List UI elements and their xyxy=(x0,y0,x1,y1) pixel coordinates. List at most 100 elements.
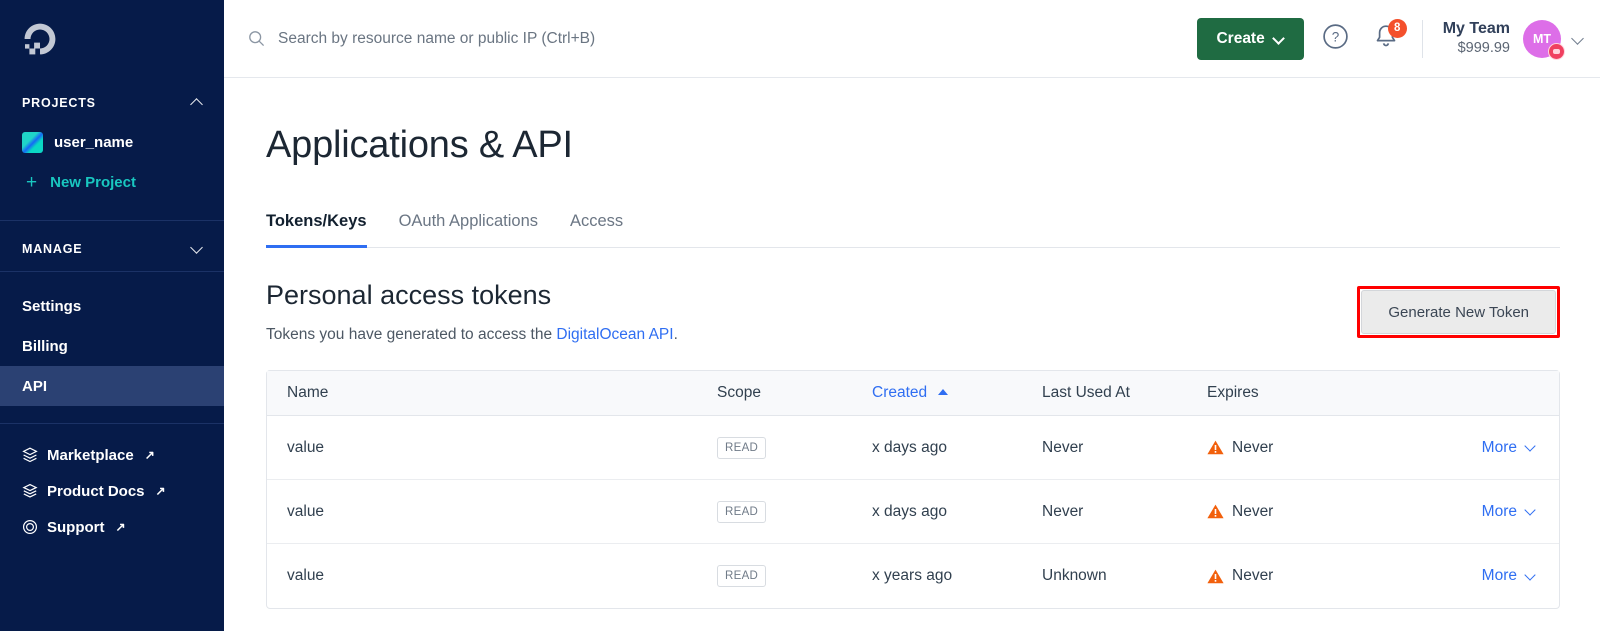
tokens-table-body: value READ x days ago Never Never More v… xyxy=(267,416,1559,608)
section-description-prefix: Tokens you have generated to access the xyxy=(266,326,557,343)
tab-label: Access xyxy=(570,212,624,230)
column-header-label: Created xyxy=(872,384,928,401)
sidebar-item-support[interactable]: Support ↗ xyxy=(0,509,224,545)
status-badge: READ xyxy=(717,500,767,523)
chevron-down-icon xyxy=(1274,33,1285,44)
more-button[interactable]: More xyxy=(1482,503,1537,521)
chevron-down-icon xyxy=(1526,506,1537,517)
notification-badge: 8 xyxy=(1387,18,1407,38)
arrow-up-right-icon: ↗ xyxy=(144,448,155,462)
section-title: Personal access tokens xyxy=(266,280,552,310)
team-info[interactable]: My Team $999.99 xyxy=(1443,19,1510,57)
more-button[interactable]: More xyxy=(1482,439,1537,457)
cell-actions: More xyxy=(1437,416,1559,480)
tab-label: OAuth Applications xyxy=(398,212,538,230)
sidebar-item-billing[interactable]: Billing xyxy=(0,326,224,366)
topbar: Create ? 8 xyxy=(224,0,1600,78)
cell-scope: READ xyxy=(697,544,852,608)
chevron-down-icon[interactable] xyxy=(191,243,204,256)
cell-expires: Never xyxy=(1187,544,1437,608)
create-button[interactable]: Create xyxy=(1197,17,1304,60)
section-description-suffix: . xyxy=(673,326,678,343)
sidebar: PROJECTS user_name + New Project MANAGE … xyxy=(0,0,224,631)
warning-triangle-icon xyxy=(1207,440,1224,455)
tab-access[interactable]: Access xyxy=(570,212,623,248)
team-balance: $999.99 xyxy=(1457,40,1510,57)
digitalocean-api-link[interactable]: DigitalOcean API xyxy=(556,326,673,343)
arrow-up-right-icon: ↗ xyxy=(155,484,166,498)
sidebar-item-label: Marketplace xyxy=(47,446,134,464)
tab-tokens-keys[interactable]: Tokens/Keys xyxy=(266,212,367,248)
avatar[interactable]: MT xyxy=(1523,19,1565,60)
column-header-last-used-at[interactable]: Last Used At xyxy=(1022,371,1187,416)
sidebar-item-label: API xyxy=(22,377,48,395)
generate-new-token-button[interactable]: Generate New Token xyxy=(1361,290,1556,334)
search-input[interactable] xyxy=(278,29,798,48)
tokens-section-text: Personal access tokens Tokens you have g… xyxy=(266,280,678,344)
chevron-up-icon[interactable] xyxy=(191,97,204,110)
expires-warning: Never xyxy=(1207,567,1437,585)
user-menu-chevron-down-icon[interactable] xyxy=(1572,32,1586,46)
app-root: PROJECTS user_name + New Project MANAGE … xyxy=(0,0,1600,631)
tab-oauth-applications[interactable]: OAuth Applications xyxy=(399,212,538,248)
question-mark-circle-icon: ? xyxy=(1322,23,1349,55)
tokens-section-header: Personal access tokens Tokens you have g… xyxy=(266,280,1560,344)
more-button[interactable]: More xyxy=(1482,567,1537,585)
generate-token-highlight: Generate New Token xyxy=(1357,286,1560,338)
cell-scope: READ xyxy=(697,480,852,544)
column-header-scope[interactable]: Scope xyxy=(697,371,852,416)
cell-name: value xyxy=(267,416,697,480)
cell-scope: READ xyxy=(697,416,852,480)
digitalocean-logo-icon xyxy=(22,21,58,57)
more-label: More xyxy=(1481,567,1517,584)
table-header-row: Name Scope Created Last Used At Expires xyxy=(267,371,1559,416)
sidebar-item-settings[interactable]: Settings xyxy=(0,286,224,326)
cell-last-used-at: Unknown xyxy=(1042,567,1107,584)
table-row: value READ x days ago Never Never More xyxy=(267,416,1559,480)
column-header-expires[interactable]: Expires xyxy=(1187,371,1437,416)
logo-link[interactable] xyxy=(0,0,224,78)
tokens-table: Name Scope Created Last Used At Expires … xyxy=(266,370,1560,609)
page-content: Applications & API Tokens/Keys OAuth App… xyxy=(224,78,1600,609)
cell-actions: More xyxy=(1437,480,1559,544)
sidebar-item-user_name[interactable]: user_name xyxy=(0,122,224,162)
sidebar-item-product-docs[interactable]: Product Docs ↗ xyxy=(0,473,224,509)
more-label: More xyxy=(1481,502,1517,520)
sidebar-section-projects[interactable]: PROJECTS xyxy=(0,84,224,122)
sidebar-section-manage-label: MANAGE xyxy=(22,242,83,256)
avatar-status-badge-icon xyxy=(1548,42,1565,60)
sidebar-item-label: Settings xyxy=(22,297,82,315)
cell-last-used-at: Never xyxy=(1022,480,1187,544)
sidebar-item-marketplace[interactable]: Marketplace ↗ xyxy=(0,437,224,473)
column-header-created[interactable]: Created xyxy=(852,371,1022,416)
cell-created: x days ago xyxy=(852,480,1022,544)
sidebar-item-label: Product Docs xyxy=(47,482,145,500)
svg-text:?: ? xyxy=(1332,29,1340,44)
new-project-button[interactable]: + New Project xyxy=(0,162,224,202)
team-name: My Team xyxy=(1442,20,1510,38)
tokens-table-head: Name Scope Created Last Used At Expires xyxy=(267,371,1559,416)
notifications-button[interactable]: 8 xyxy=(1368,18,1407,57)
sidebar-item-api[interactable]: API xyxy=(0,366,224,406)
create-button-label: Create xyxy=(1216,29,1265,47)
cell-actions: More xyxy=(1437,544,1559,608)
status-badge: READ xyxy=(717,436,767,459)
expires-value: Never xyxy=(1232,502,1274,520)
topbar-divider xyxy=(1421,19,1423,58)
table-row: value READ x years ago Unknown Never Mor… xyxy=(267,544,1559,608)
sidebar-section-manage[interactable]: MANAGE xyxy=(0,227,224,271)
sidebar-section-projects-label: PROJECTS xyxy=(22,96,96,110)
column-header-name[interactable]: Name xyxy=(267,371,697,416)
cube-stack-icon xyxy=(22,447,38,463)
search-icon xyxy=(248,30,265,47)
help-button[interactable]: ? xyxy=(1318,21,1354,57)
arrow-up-right-icon: ↗ xyxy=(115,520,126,534)
cell-name: value xyxy=(267,480,697,544)
sidebar-manage-block: MANAGE xyxy=(0,221,224,271)
search-box[interactable] xyxy=(248,29,1197,48)
more-label: More xyxy=(1481,438,1517,456)
